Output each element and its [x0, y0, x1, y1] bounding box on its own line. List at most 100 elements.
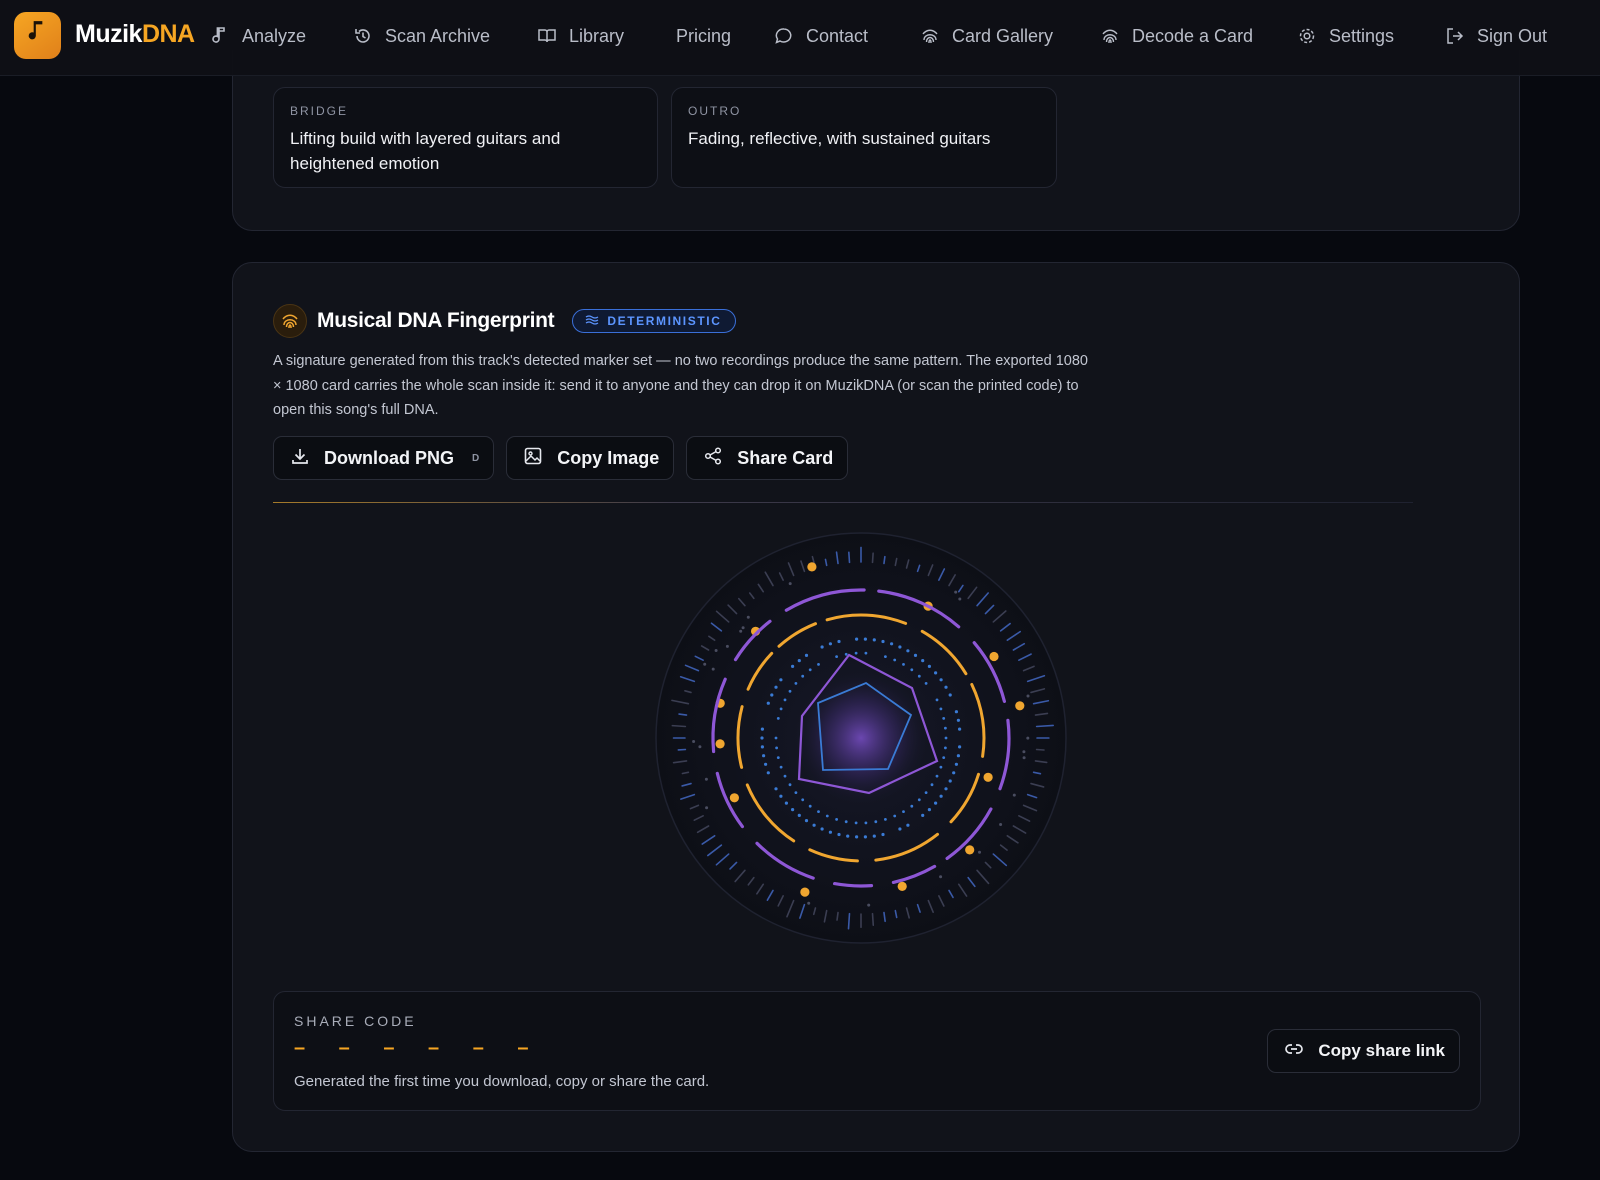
- blue-dot: [874, 820, 878, 824]
- fingerprint-icon: [920, 26, 940, 46]
- grey-speck: [1022, 750, 1026, 754]
- blue-dot: [776, 756, 780, 759]
- blue-dot: [794, 791, 798, 794]
- grey-speck: [698, 745, 702, 749]
- logo[interactable]: [14, 12, 61, 59]
- nav-sign-out[interactable]: Sign Out: [1445, 22, 1547, 50]
- nav-label: Sign Out: [1477, 25, 1548, 46]
- nav-contact[interactable]: Contact: [774, 22, 868, 50]
- nav-label: Card Gallery: [952, 25, 1054, 46]
- blue-dot: [774, 787, 778, 791]
- blue-dot: [939, 765, 943, 769]
- grey-speck: [746, 615, 750, 619]
- nav-settings[interactable]: Settings: [1297, 22, 1394, 50]
- copy-image-button[interactable]: Copy Image: [506, 436, 675, 480]
- section-description: Fading, reflective, with sustained guita…: [688, 129, 991, 148]
- link-icon: [1284, 1039, 1304, 1064]
- blue-dot: [797, 659, 801, 663]
- blue-dot: [801, 798, 805, 802]
- blue-dot: [934, 801, 938, 805]
- blue-dot: [770, 693, 774, 697]
- blue-dot: [837, 639, 841, 644]
- image-icon: [523, 446, 543, 471]
- grey-speck: [939, 875, 943, 879]
- blue-dot: [944, 787, 948, 791]
- blue-dot: [779, 794, 783, 798]
- blue-dot: [820, 827, 824, 831]
- brand-name[interactable]: MuzikDNA: [75, 20, 195, 49]
- copy-share-link-button[interactable]: Copy share link: [1267, 1029, 1460, 1073]
- brand-name-part1: Muzik: [75, 20, 142, 48]
- blue-dot: [927, 664, 931, 668]
- music-note-icon: [25, 19, 51, 53]
- blue-dot: [825, 814, 829, 818]
- blue-dot: [954, 710, 958, 714]
- share-card-button[interactable]: Share Card: [686, 436, 849, 480]
- blue-dot: [956, 718, 960, 722]
- blue-dot: [902, 663, 905, 666]
- blue-dot: [942, 756, 946, 759]
- blue-dot: [924, 791, 928, 794]
- blue-dot: [760, 727, 764, 731]
- gold-marker-dot: [1015, 701, 1025, 711]
- book-icon: [537, 26, 557, 46]
- blue-dot: [872, 834, 876, 838]
- blue-dot: [881, 639, 885, 644]
- tick-mark: [847, 912, 851, 930]
- gold-marker-dot: [715, 739, 725, 749]
- tick-mark: [836, 911, 839, 921]
- blue-dot: [893, 658, 897, 662]
- blue-dot: [766, 701, 770, 705]
- nav-library[interactable]: Library: [537, 22, 624, 50]
- grey-speck: [1022, 756, 1026, 760]
- blue-dot: [779, 765, 783, 769]
- blue-dot: [760, 745, 764, 749]
- blue-dot: [898, 645, 902, 649]
- nav-scan-archive[interactable]: Scan Archive: [353, 22, 490, 50]
- waves-icon: [585, 314, 599, 329]
- nav-analyze[interactable]: Analyze: [210, 22, 306, 50]
- gold-marker-dot: [989, 651, 999, 662]
- nav-pricing[interactable]: Pricing: [676, 22, 731, 50]
- nav-card-gallery[interactable]: Card Gallery: [920, 22, 1053, 50]
- fingerprint-header: Musical DNA Fingerprint DETERMINISTIC: [273, 304, 737, 338]
- gold-marker-dot: [983, 772, 993, 782]
- grey-speck: [807, 901, 811, 905]
- blue-dot: [935, 698, 939, 702]
- fingerprint-description: A signature generated from this track's …: [273, 353, 1088, 418]
- blue-dot: [884, 655, 887, 658]
- blue-dot: [863, 835, 867, 839]
- deterministic-badge: DETERMINISTIC: [572, 309, 737, 333]
- grey-speck: [711, 667, 715, 671]
- sign-out-icon: [1445, 26, 1465, 46]
- grey-speck: [788, 582, 792, 586]
- blue-dot: [917, 798, 921, 802]
- history-icon: [353, 26, 373, 46]
- blue-dot: [952, 771, 956, 775]
- nav-label: Library: [569, 25, 625, 46]
- blue-dot: [881, 832, 885, 837]
- blue-dot: [828, 830, 832, 834]
- blue-dot: [791, 808, 795, 812]
- nav-decode-card[interactable]: Decode a Card: [1100, 22, 1253, 50]
- chat-bubble-icon: [774, 26, 794, 46]
- section-bridge: BRIDGE Lifting build with layered guitar…: [273, 87, 658, 188]
- button-label: Share Card: [737, 447, 834, 468]
- download-png-button[interactable]: Download PNG D: [273, 436, 495, 480]
- blue-dot: [954, 762, 958, 766]
- grey-speck: [704, 777, 708, 781]
- blue-dot: [921, 813, 925, 817]
- grey-speck: [703, 662, 707, 666]
- blue-dot: [817, 663, 820, 666]
- blue-dot: [902, 810, 905, 813]
- blue-dot: [828, 642, 832, 646]
- blue-dot: [846, 834, 850, 838]
- badge-label: DETERMINISTIC: [607, 314, 722, 328]
- grey-speck: [714, 649, 718, 652]
- blue-dot: [898, 827, 902, 831]
- share-code-panel: SHARE CODE – – – – – – Generated the fir…: [273, 991, 1481, 1111]
- blue-dot: [906, 823, 910, 827]
- blue-dot: [762, 754, 766, 758]
- blue-dot: [956, 754, 960, 758]
- nav-label: Settings: [1329, 25, 1395, 46]
